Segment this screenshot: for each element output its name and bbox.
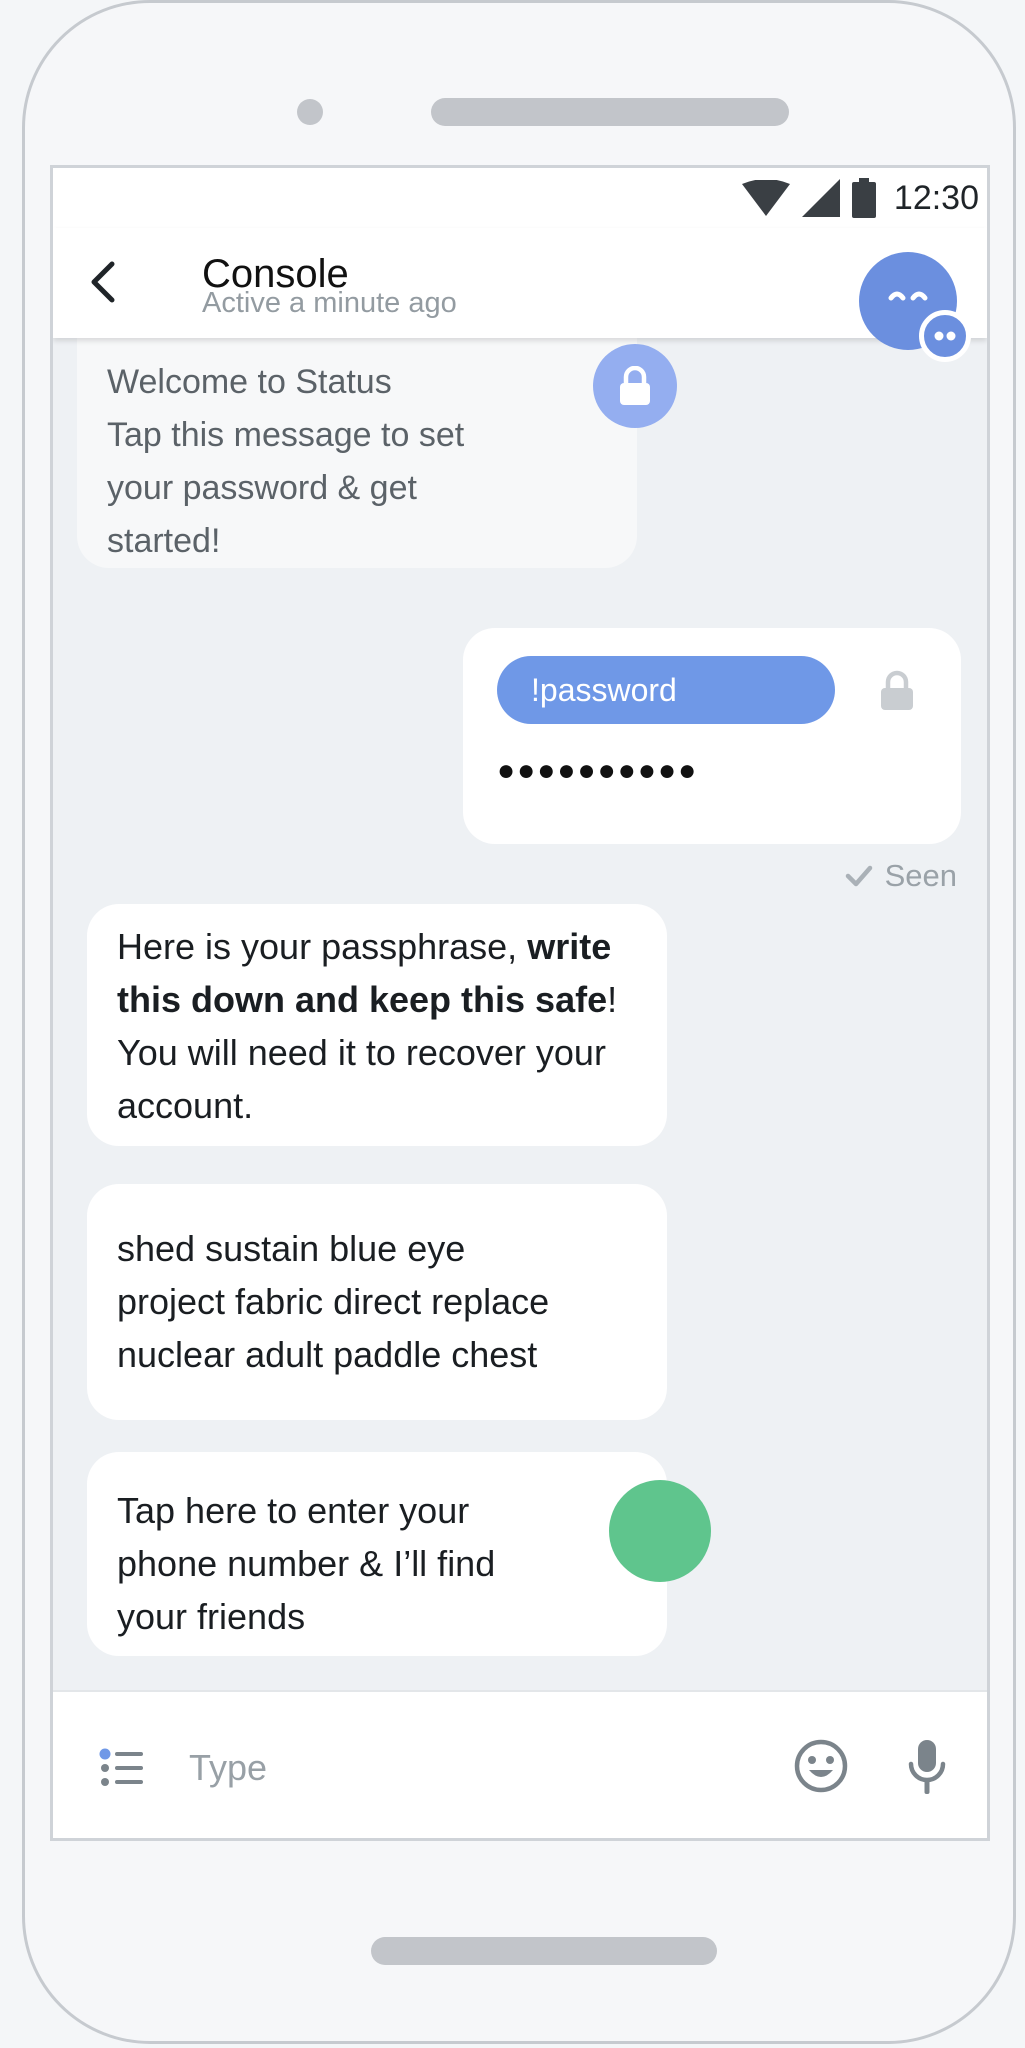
- message-list: Welcome to Status Tap this message to se…: [53, 278, 987, 1668]
- input-bar: [53, 1690, 987, 1838]
- commands-button[interactable]: [99, 1748, 145, 1793]
- phone-line: your friends: [117, 1596, 306, 1637]
- command-pill: !password: [497, 656, 835, 724]
- password-message[interactable]: !password ●●●●●●●●●●: [463, 628, 961, 844]
- bot-badge: [919, 310, 971, 362]
- chat-subtitle: Active a minute ago: [202, 287, 457, 319]
- home-bar[interactable]: [371, 1937, 717, 1965]
- check-icon: [845, 865, 872, 887]
- commands-list-icon: [99, 1748, 143, 1786]
- wifi-icon: [741, 180, 790, 216]
- seen-label: Seen: [884, 858, 957, 893]
- voice-button[interactable]: [907, 1738, 947, 1801]
- password-lock: [879, 670, 915, 724]
- words-line: project fabric direct replace: [117, 1281, 550, 1322]
- welcome-line: Welcome to Status: [107, 363, 392, 401]
- back-button[interactable]: [81, 252, 125, 312]
- passphrase-text: Here is your passphrase,: [117, 926, 528, 967]
- lock-icon: [620, 366, 650, 405]
- battery-icon: [851, 178, 876, 218]
- green-indicator: [609, 1480, 711, 1582]
- screen: 12:30 Console Active a minute ago Welcom…: [50, 165, 990, 1841]
- password-masked: ●●●●●●●●●●: [497, 754, 699, 787]
- status-time: 12:30: [893, 178, 979, 217]
- status-bar: 12:30: [53, 168, 987, 228]
- words-line: nuclear adult paddle chest: [117, 1334, 538, 1375]
- emoji-button[interactable]: [793, 1738, 849, 1799]
- bot-eyes-icon: [934, 331, 956, 341]
- welcome-line: Tap this message to set: [107, 416, 465, 454]
- signal-icon: [801, 179, 840, 217]
- passphrase-message: Here is your passphrase, write this down…: [87, 904, 667, 1146]
- smiley-icon: [794, 1739, 848, 1793]
- phone-line: phone number & I’ll find: [117, 1543, 496, 1584]
- message-input[interactable]: [187, 1732, 791, 1804]
- welcome-line: your password & get: [107, 469, 417, 507]
- welcome-line: started!: [107, 522, 221, 560]
- phone-message[interactable]: Tap here to enter your phone number & I’…: [87, 1452, 667, 1656]
- speaker-grille: [431, 98, 789, 126]
- status-icons: 12:30: [741, 176, 979, 220]
- chat-header: Console Active a minute ago: [53, 228, 987, 362]
- chevron-left-icon: [91, 261, 115, 303]
- phone-line: Tap here to enter your: [117, 1490, 470, 1531]
- words-line: shed sustain blue eye: [117, 1228, 466, 1269]
- lock-icon: [881, 670, 913, 710]
- seen-status: Seen: [845, 858, 957, 894]
- front-camera: [297, 99, 323, 125]
- recovery-words-message: shed sustain blue eye project fabric dir…: [87, 1184, 667, 1420]
- welcome-lock-badge: [593, 344, 677, 428]
- microphone-icon: [908, 1740, 946, 1794]
